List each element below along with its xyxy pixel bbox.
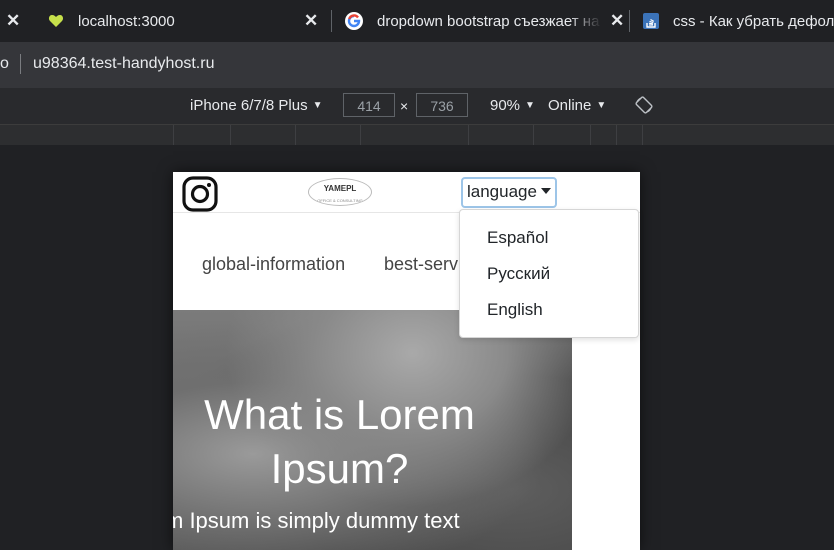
address-bar[interactable]: o u98364.test-handyhost.ru [0,42,834,88]
dropdown-item-russian[interactable]: Русский [487,264,550,284]
url-text[interactable]: u98364.test-handyhost.ru [33,55,214,73]
language-dropdown-menu: Español Русский English [459,209,639,338]
hero-section: What is Lorem Ipsum? m Ipsum is simply d… [173,310,572,550]
tab-strip: ✕ localhost:3000 ✕ dropdown bootstrap съ… [0,0,834,42]
device-select[interactable]: iPhone 6/7/8 Plus ▼ [190,97,323,114]
tab-separator [331,10,332,32]
nav-link-global-information[interactable]: global-information [202,254,345,275]
tab-close-previous[interactable]: ✕ [6,0,26,42]
heart-favicon-icon [48,13,64,29]
height-input[interactable]: 736 [416,93,468,117]
caret-down-icon [540,187,551,194]
tab-stackoverflow[interactable]: css - Как убрать дефолт [643,0,834,42]
stackoverflow-icon [643,13,659,29]
chevron-down-icon: ▼ [312,100,323,111]
language-dropdown-toggle[interactable]: language [461,177,557,208]
width-input[interactable]: 414 [343,93,395,117]
tab-google-search[interactable]: dropdown bootstrap съезжает на ✕ [345,0,625,42]
site-logo[interactable]: YAMEPL OFFICE & CONSULTING [308,178,372,206]
tab-separator [629,10,630,32]
dimension-separator: × [400,98,409,114]
tab-title: dropdown bootstrap съезжает на [377,12,600,30]
dropdown-item-english[interactable]: English [487,300,543,320]
hero-text: m Ipsum is simply dummy text [173,508,460,533]
throttle-select[interactable]: Online ▼ [548,97,606,114]
close-icon[interactable]: ✕ [304,11,318,31]
chevron-down-icon: ▼ [525,100,535,111]
dropdown-item-espanol[interactable]: Español [487,228,548,248]
device-toolbar: iPhone 6/7/8 Plus ▼ 414 × 736 90% ▼ Online… [0,88,834,125]
close-icon[interactable]: ✕ [6,11,20,31]
tab-localhost[interactable]: localhost:3000 ✕ [48,0,330,42]
tab-title: css - Как убрать дефолт [673,12,834,30]
media-query-ruler [0,125,834,145]
rotate-icon[interactable] [635,96,653,118]
instagram-icon[interactable] [182,176,218,217]
zoom-select[interactable]: 90% ▼ [490,97,535,114]
address-fragment: o [0,55,9,72]
chevron-down-icon: ▼ [596,100,607,111]
nav-link-best-services[interactable]: best-servi [384,254,462,275]
close-icon[interactable]: ✕ [610,11,624,31]
google-icon [345,12,363,30]
tab-title: localhost:3000 [78,12,175,30]
address-divider [20,54,21,74]
site-header: YAMEPL OFFICE & CONSULTING language [173,172,640,213]
hero-title: What is Lorem Ipsum? [204,391,475,492]
